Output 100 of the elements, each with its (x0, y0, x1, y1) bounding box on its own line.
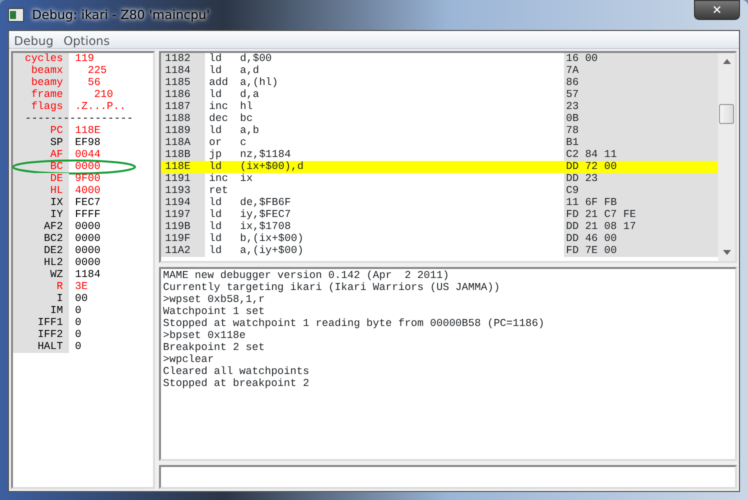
opcode-bytes: C9 (564, 185, 718, 197)
scroll-down-icon[interactable] (722, 250, 730, 255)
disassembly-row[interactable]: 1186 ld d,a 57 (161, 89, 718, 101)
register-name: BC2 (13, 233, 69, 245)
operand-text: d,a (240, 89, 260, 101)
mnemonic-text: jp (208, 149, 223, 161)
disassembly-row[interactable]: 1185 add a,(hl) 86 (161, 77, 718, 89)
disassembly-row[interactable]: 1188 dec bc 0B (161, 113, 718, 125)
register-name: I (13, 293, 69, 305)
menu-item[interactable]: Debug (9, 31, 58, 48)
register-value: 4000 (74, 185, 100, 197)
console-line: Watchpoint 1 set (163, 306, 266, 318)
disassembly-row[interactable]: 119F ld b,(ix+$00) DD 46 00 (161, 233, 718, 245)
register-name: PC (13, 125, 69, 137)
mnemonic-text: or (208, 137, 223, 149)
register-name: SP (13, 137, 69, 149)
console-line: Currently targeting ikari (Ikari Warriors (US JAMMA)) (163, 282, 501, 294)
disassembly-row[interactable]: 1182 ld d,$00 16 00 (161, 53, 718, 65)
disassembly-row[interactable]: 1191 inc ix DD 23 (161, 173, 718, 185)
operand-text: a,(iy+$00) (240, 245, 305, 257)
address-text: 1182 (161, 53, 205, 65)
register-name: DE (13, 173, 69, 185)
disassembly-row[interactable]: 1197 ld iy,$FEC7 FD 21 C7 FE (161, 209, 718, 221)
register-value: 0000 (74, 245, 100, 257)
mnemonic-text: inc (208, 101, 230, 113)
disassembly-row[interactable]: 118E ld (ix+$00),d DD 72 00 (161, 161, 718, 173)
address-text: 1193 (161, 185, 205, 197)
command-input[interactable] (159, 465, 737, 489)
opcode-bytes: 23 (564, 101, 718, 113)
address-text: 1191 (161, 173, 205, 185)
operand-text: d,$00 (240, 53, 273, 65)
opcode-bytes: 7A (564, 65, 718, 77)
register-value: 0000 (74, 221, 100, 233)
mnemonic-text: dec (208, 113, 230, 125)
stat-value: 225 (86, 65, 107, 77)
register-value: EF98 (74, 137, 100, 149)
address-text: 118A (161, 137, 205, 149)
mnemonic-text: ret (208, 185, 230, 197)
register-name: AF2 (13, 221, 69, 233)
register-value: 9F00 (74, 173, 100, 185)
mnemonic-text: add (208, 77, 230, 89)
console-line: >bpset 0x118e (163, 330, 247, 342)
window-icon (8, 8, 24, 22)
stat-label: beamx (13, 65, 69, 77)
operand-text: a,d (240, 65, 260, 77)
address-text: 1187 (161, 101, 205, 113)
mnemonic-text: ld (208, 53, 223, 65)
address-text: 1184 (161, 65, 205, 77)
register-name: WZ (13, 269, 69, 281)
mnemonic-text: ld (208, 197, 223, 209)
disassembly-row[interactable]: 11A2 ld a,(iy+$00) FD 7E 00 (161, 245, 718, 257)
scroll-up-icon[interactable] (722, 59, 730, 64)
mnemonic-text: ld (208, 161, 223, 173)
operand-text: iy,$FEC7 (240, 209, 292, 221)
window-title: Debug: ikari - Z80 'maincpu' (32, 6, 210, 24)
disassembly-row[interactable]: 118A or c B1 (161, 137, 718, 149)
opcode-bytes: 57 (564, 89, 718, 101)
opcode-bytes: 78 (564, 125, 718, 137)
operand-text: a,b (240, 125, 260, 137)
address-text: 119F (161, 233, 205, 245)
register-name: IFF1 (13, 317, 69, 329)
opcode-bytes: C2 84 11 (564, 149, 718, 161)
mnemonic-text: ld (208, 245, 223, 257)
mnemonic-text: ld (208, 65, 223, 77)
mnemonic-text: ld (208, 209, 223, 221)
register-name: HL2 (13, 257, 69, 269)
disassembly-row[interactable]: 118B jp nz,$1184 C2 84 11 (161, 149, 718, 161)
register-value: 118E (74, 125, 100, 137)
scroll-thumb[interactable] (719, 104, 734, 124)
disassembly-row[interactable]: 1184 ld a,d 7A (161, 65, 718, 77)
operand-text: ix (240, 173, 254, 185)
disassembly-row[interactable]: 1187 inc hl 23 (161, 101, 718, 113)
scrollbar[interactable] (718, 53, 735, 261)
address-text: 1188 (161, 113, 205, 125)
register-name: IY (13, 209, 69, 221)
operand-text: (ix+$00),d (240, 161, 305, 173)
disassembly-row[interactable]: 1194 ld de,$FB6F 11 6F FB (161, 197, 718, 209)
disassembly-row[interactable]: 1189 ld a,b 78 (161, 125, 718, 137)
address-text: 1189 (161, 125, 205, 137)
opcode-bytes: 86 (564, 77, 718, 89)
stat-label: frame (13, 89, 69, 101)
address-text: 1197 (161, 209, 205, 221)
register-value: 0000 (74, 161, 100, 173)
register-value: 3E (74, 281, 88, 293)
mnemonic-text: ld (208, 233, 223, 245)
menu-item[interactable]: Options (58, 31, 115, 48)
opcode-bytes: FD 7E 00 (564, 245, 718, 257)
register-value: 0 (74, 341, 82, 353)
disassembly-row[interactable]: 119B ld ix,$1708 DD 21 08 17 (161, 221, 718, 233)
opcode-bytes: DD 21 08 17 (564, 221, 718, 233)
register-name: IX (13, 197, 69, 209)
opcode-bytes: 0B (564, 113, 718, 125)
close-button[interactable]: ✕ (694, 0, 740, 20)
operand-text: b,(ix+$00) (240, 233, 305, 245)
address-text: 119B (161, 221, 205, 233)
register-value: 0000 (74, 233, 100, 245)
disassembly-row[interactable]: 1193 ret C9 (161, 185, 718, 197)
console-line: MAME new debugger version 0.142 (Apr 2 2011) (163, 270, 450, 282)
address-text: 118E (164, 161, 192, 173)
opcode-bytes: DD 72 00 (565, 161, 618, 173)
